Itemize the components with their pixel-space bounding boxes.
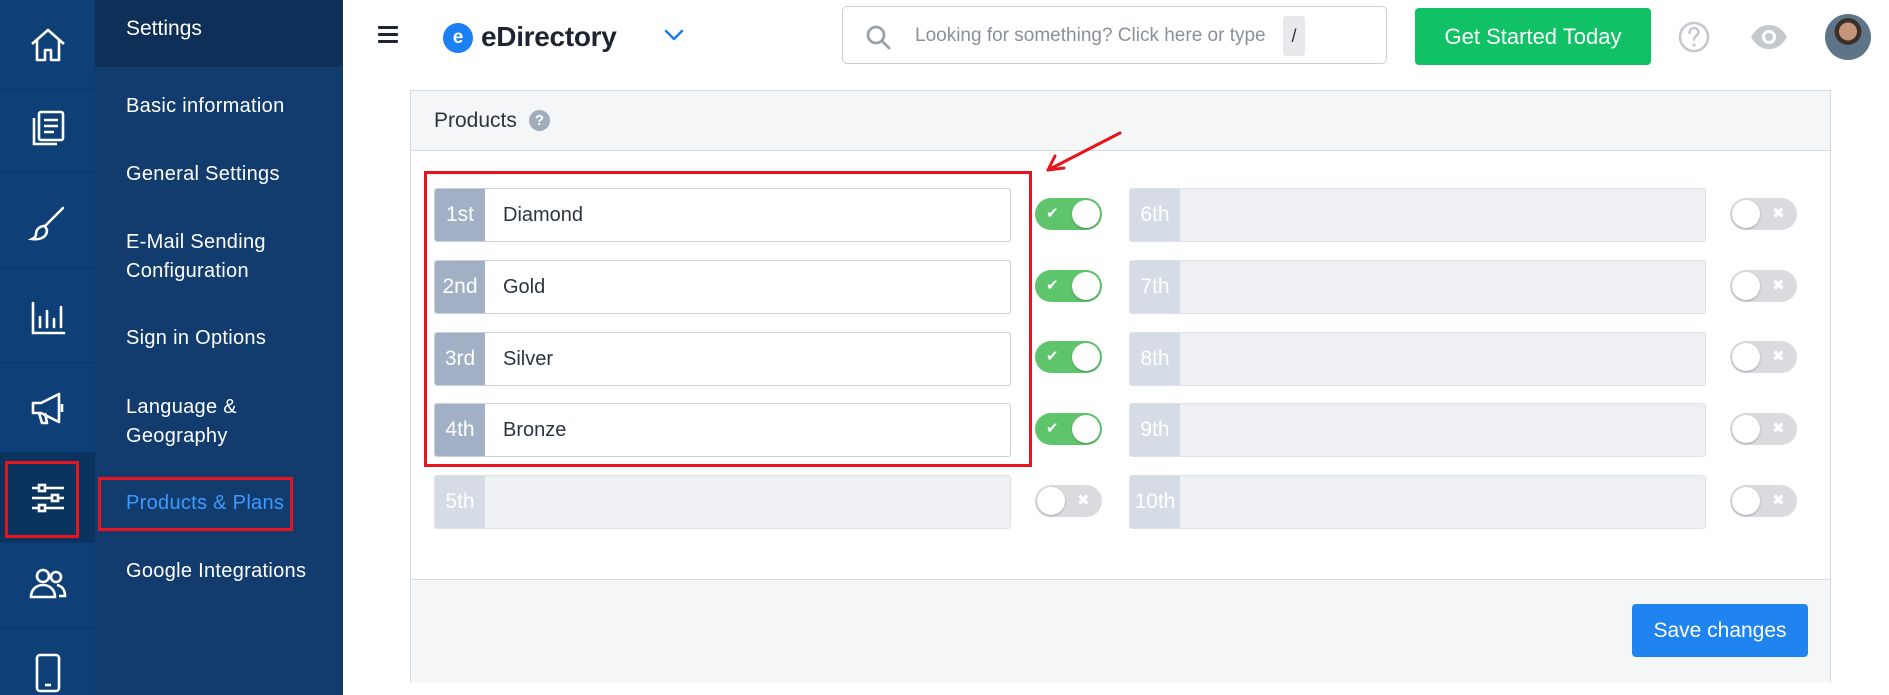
product-toggle-10[interactable]: ✖ xyxy=(1730,485,1797,517)
search-shortcut-key: / xyxy=(1283,16,1305,56)
product-toggle-3[interactable]: ✔ xyxy=(1035,341,1102,373)
home-icon xyxy=(30,28,65,61)
rank-label: 9th xyxy=(1130,404,1180,456)
chevron-down-icon[interactable] xyxy=(663,28,685,42)
product-name-input-6[interactable] xyxy=(1180,189,1705,241)
submenu-email-sending[interactable]: E-Mail Sending Configuration xyxy=(126,228,326,286)
help-icon[interactable] xyxy=(1677,20,1711,54)
top-header: e eDirectory / Get Started Today xyxy=(343,0,1889,72)
brand-name[interactable]: eDirectory xyxy=(481,21,617,53)
product-row-8: 8th xyxy=(1129,332,1706,386)
product-row-6: 6th xyxy=(1129,188,1706,242)
search-input[interactable] xyxy=(915,21,1295,51)
product-name-input-5[interactable] xyxy=(485,476,1010,528)
rail-users[interactable] xyxy=(0,538,95,628)
check-icon: ✔ xyxy=(1046,277,1059,294)
rail-design[interactable] xyxy=(0,178,95,268)
submenu-basic-information[interactable]: Basic information xyxy=(126,92,326,121)
pages-icon xyxy=(32,110,64,145)
product-row-7: 7th xyxy=(1129,260,1706,314)
check-icon: ✔ xyxy=(1046,348,1059,365)
rank-label: 6th xyxy=(1130,189,1180,241)
product-name-input-8[interactable] xyxy=(1180,333,1705,385)
icon-rail xyxy=(0,0,95,695)
brush-icon xyxy=(27,206,64,241)
get-started-button[interactable]: Get Started Today xyxy=(1415,8,1651,65)
info-icon[interactable]: ? xyxy=(529,110,550,131)
avatar[interactable] xyxy=(1825,14,1871,60)
hamburger-menu-icon[interactable] xyxy=(378,26,398,44)
search-icon xyxy=(866,25,891,50)
product-name-input-7[interactable] xyxy=(1180,261,1705,313)
product-toggle-4[interactable]: ✔ xyxy=(1035,413,1102,445)
close-icon: ✖ xyxy=(1772,348,1785,365)
product-row-9: 9th xyxy=(1129,403,1706,457)
product-toggle-5[interactable]: ✖ xyxy=(1035,485,1102,517)
rail-mobile[interactable] xyxy=(0,628,95,695)
submenu-general-settings[interactable]: General Settings xyxy=(126,160,326,189)
product-toggle-2[interactable]: ✔ xyxy=(1035,270,1102,302)
annotation-arrow-icon xyxy=(1046,131,1122,172)
check-icon: ✔ xyxy=(1046,420,1059,437)
annotation-highlight-rail xyxy=(5,461,79,538)
close-icon: ✖ xyxy=(1772,420,1785,437)
rank-label: 10th xyxy=(1130,476,1180,528)
submenu-language-geography[interactable]: Language & Geography xyxy=(126,393,286,451)
save-changes-button[interactable]: Save changes xyxy=(1632,604,1808,657)
close-icon: ✖ xyxy=(1077,492,1090,509)
rail-home[interactable] xyxy=(0,0,95,90)
close-icon: ✖ xyxy=(1772,205,1785,222)
product-row-5: 5th xyxy=(434,475,1011,529)
product-row-10: 10th xyxy=(1129,475,1706,529)
search-box[interactable]: / xyxy=(842,6,1387,64)
rank-label: 8th xyxy=(1130,333,1180,385)
logo-mark: e xyxy=(443,23,473,53)
eye-icon[interactable] xyxy=(1749,22,1789,52)
rail-promote[interactable] xyxy=(0,363,95,453)
rail-pages[interactable] xyxy=(0,83,95,173)
rail-reports[interactable] xyxy=(0,273,95,363)
bar-chart-icon xyxy=(31,301,65,334)
products-panel-footer xyxy=(411,579,1830,682)
submenu-sign-in-options[interactable]: Sign in Options xyxy=(126,324,326,353)
megaphone-icon xyxy=(31,392,63,424)
close-icon: ✖ xyxy=(1772,492,1785,509)
product-name-input-9[interactable] xyxy=(1180,404,1705,456)
product-toggle-1[interactable]: ✔ xyxy=(1035,198,1102,230)
submenu-title: Settings xyxy=(95,0,343,67)
product-toggle-9[interactable]: ✖ xyxy=(1730,413,1797,445)
product-toggle-7[interactable]: ✖ xyxy=(1730,270,1797,302)
settings-submenu: Settings Basic information General Setti… xyxy=(95,0,343,695)
close-icon: ✖ xyxy=(1772,277,1785,294)
mobile-icon xyxy=(35,653,60,693)
product-toggle-8[interactable]: ✖ xyxy=(1730,341,1797,373)
users-icon xyxy=(29,568,66,598)
annotation-highlight-menu xyxy=(98,477,293,531)
product-toggle-6[interactable]: ✖ xyxy=(1730,198,1797,230)
annotation-highlight-products xyxy=(424,171,1032,467)
submenu-google-integrations[interactable]: Google Integrations xyxy=(126,557,326,586)
product-name-input-10[interactable] xyxy=(1180,476,1705,528)
check-icon: ✔ xyxy=(1046,205,1059,222)
rank-label: 7th xyxy=(1130,261,1180,313)
rank-label: 5th xyxy=(435,476,485,528)
products-title: Products xyxy=(434,109,517,132)
